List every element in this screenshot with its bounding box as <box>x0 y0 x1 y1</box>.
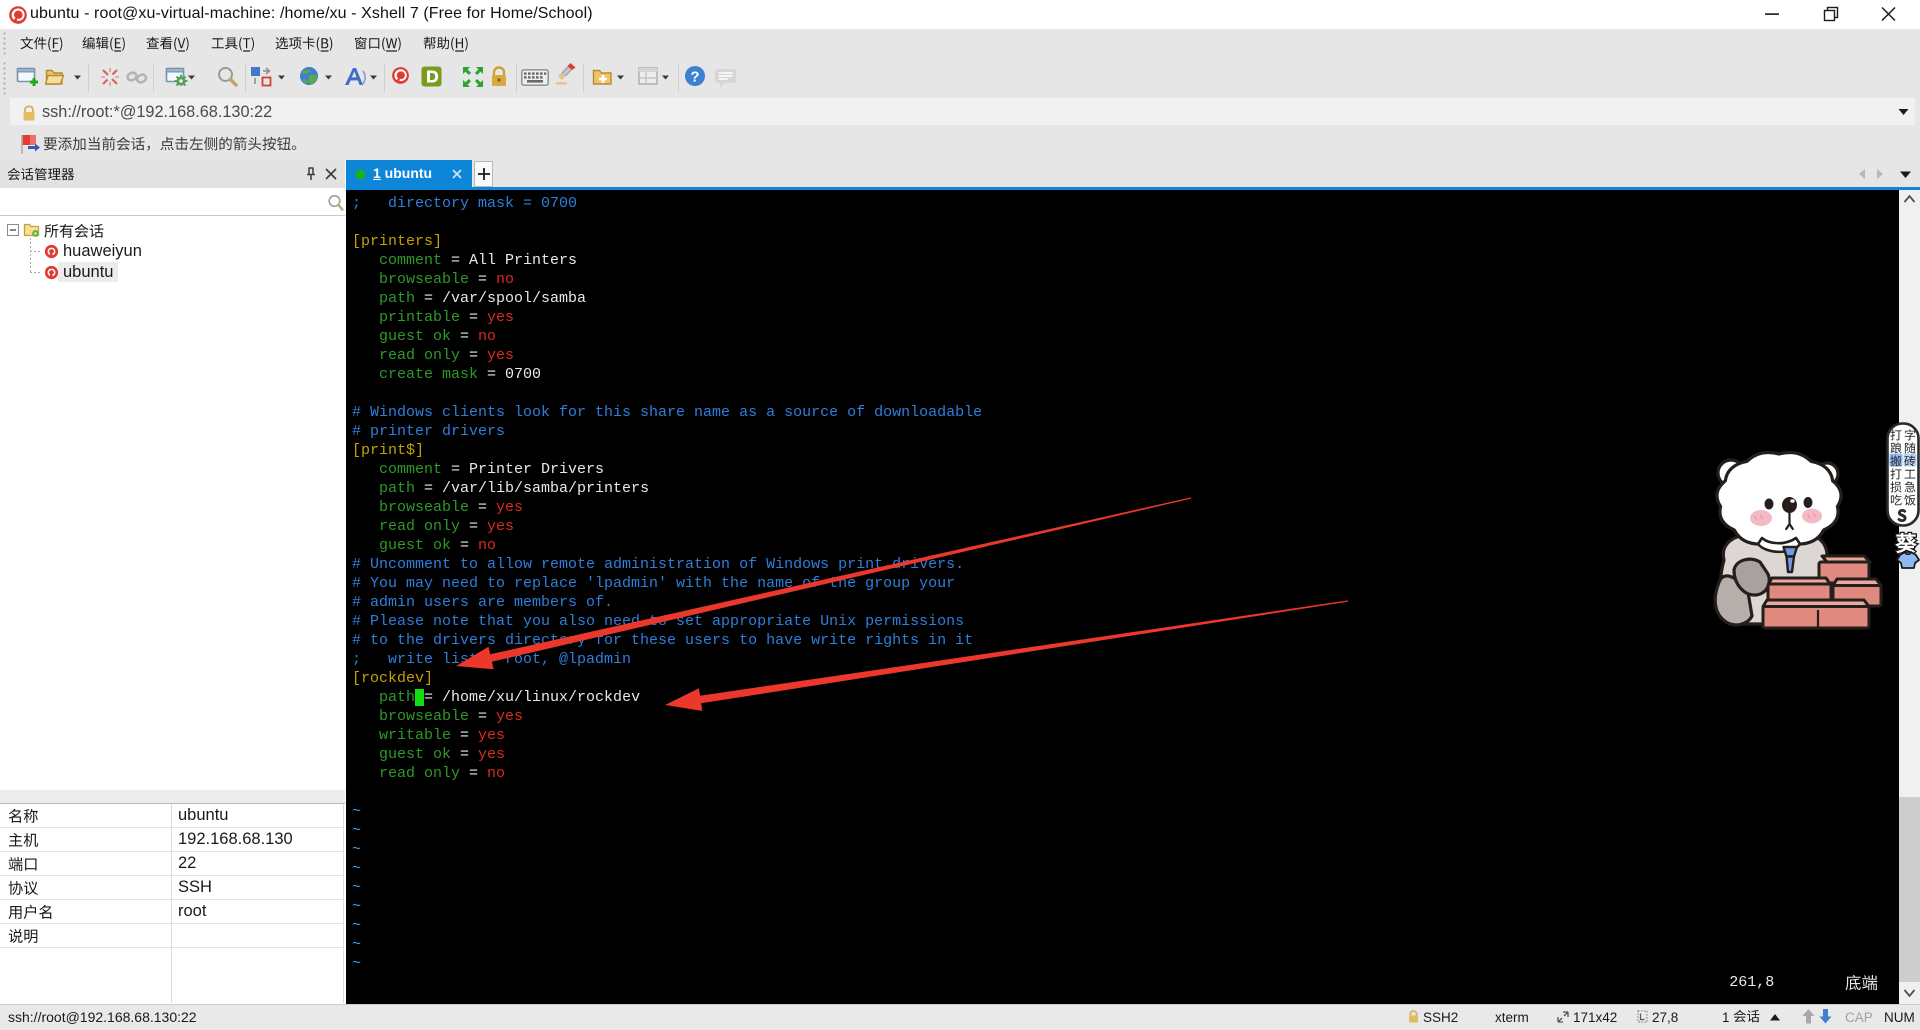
svg-text:?: ? <box>690 69 699 86</box>
